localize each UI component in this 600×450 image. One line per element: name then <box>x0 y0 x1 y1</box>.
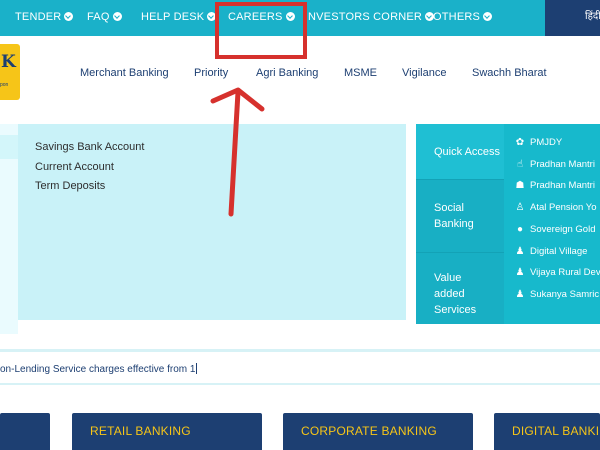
topnav-tender[interactable]: TENDER <box>15 0 74 36</box>
mainnav-msme[interactable]: MSME <box>344 67 377 79</box>
banking-tile-retail[interactable]: RETAIL BANKING <box>72 413 262 450</box>
bank-logo[interactable]: K pon <box>0 44 20 100</box>
lotus-icon: ✿ <box>515 137 525 148</box>
scheme-sukanya-samriddhi[interactable]: ♟ Sukanya Samric <box>513 289 600 307</box>
mainnav-agri-banking[interactable]: Agri Banking <box>256 67 318 79</box>
logo-letter: K <box>1 52 16 72</box>
mainnav-swachh-bharat[interactable]: Swachh Bharat <box>472 67 547 79</box>
tab-value-added-services-label: Value added Services <box>434 272 477 316</box>
tab-quick-access[interactable]: Quick Access <box>416 124 504 179</box>
person-icon: ♟ <box>515 246 525 257</box>
term-deposits-link[interactable]: Term Deposits <box>35 177 144 197</box>
topnav-help-desk[interactable]: HELP DESK <box>141 0 217 36</box>
scheme-pradhan-mantri-1[interactable]: ☝ Pradhan Mantri <box>513 159 595 177</box>
ticker-message[interactable]: on-Lending Service charges effective fro… <box>0 363 198 375</box>
access-menu: Quick Access Social Banking Value added … <box>416 124 504 324</box>
topnav-faq[interactable]: FAQ <box>87 0 122 36</box>
person-icon: ♟ <box>515 289 525 300</box>
scheme-pmjdy[interactable]: ✿ PMJDY <box>513 137 562 155</box>
family-icon: ☗ <box>515 180 525 191</box>
logo-tagline: pon <box>0 82 9 88</box>
tab-social-banking-label: Social Banking <box>434 202 474 230</box>
highlight-box <box>215 2 307 59</box>
chevron-down-icon <box>483 12 493 21</box>
scheme-vijaya-rural-label: Vijaya Rural Dev <box>530 267 600 278</box>
topnav-others-label: OTHERS <box>433 11 481 23</box>
banking-tile-corporate-label: CORPORATE BANKING <box>301 424 437 438</box>
scheme-atal-pension-label: Atal Pension Yo <box>530 202 597 213</box>
topnav-investors-corner-label: NVESTORS CORNER <box>308 11 423 23</box>
banking-tile-partial[interactable] <box>0 413 50 450</box>
text-caret <box>196 363 198 374</box>
scheme-sovereign-gold-label: Sovereign Gold <box>530 224 596 235</box>
topnav-faq-label: FAQ <box>87 11 110 23</box>
category-tab-active[interactable] <box>0 135 18 159</box>
deposit-links: Savings Bank Account Current Account Ter… <box>35 138 144 197</box>
language-panel: हिंदी <box>545 0 600 36</box>
elderly-icon: ♙ <box>515 202 525 213</box>
banking-tile-digital-label: DIGITAL BANKING <box>512 424 600 438</box>
quick-access-schemes: ✿ PMJDY ☝ Pradhan Mantri ☗ Pradhan Mantri ♙… <box>504 124 600 324</box>
chevron-down-icon <box>64 12 74 21</box>
scheme-sovereign-gold[interactable]: ● Sovereign Gold <box>513 224 596 242</box>
scheme-sukanya-samriddhi-label: Sukanya Samric <box>530 289 600 300</box>
coin-icon: ● <box>516 224 524 235</box>
mainnav-vigilance[interactable]: Vigilance <box>402 67 446 79</box>
scheme-pmjdy-label: PMJDY <box>530 137 563 148</box>
chevron-down-icon <box>112 12 122 21</box>
banking-tile-retail-label: RETAIL BANKING <box>90 424 191 438</box>
tab-social-banking[interactable]: Social Banking <box>416 180 504 252</box>
savings-bank-account-link[interactable]: Savings Bank Account <box>35 138 144 158</box>
ticker-message-text: on-Lending Service charges effective fro… <box>0 364 196 375</box>
banking-tile-corporate[interactable]: CORPORATE BANKING <box>283 413 473 450</box>
scheme-pradhan-mantri-2[interactable]: ☗ Pradhan Mantri <box>513 180 595 198</box>
tab-quick-access-label: Quick Access <box>434 146 501 158</box>
scheme-pradhan-mantri-2-label: Pradhan Mantri <box>530 180 595 191</box>
topnav-others[interactable]: OTHERS <box>433 0 493 36</box>
hand-icon: ☝ <box>516 159 524 170</box>
mainnav-merchant-banking[interactable]: Merchant Banking <box>80 67 169 79</box>
scheme-digital-village-label: Digital Village <box>530 246 588 257</box>
scheme-digital-village[interactable]: ♟ Digital Village <box>513 246 588 264</box>
current-account-link[interactable]: Current Account <box>35 158 144 178</box>
scheme-vijaya-rural[interactable]: ♟ Vijaya Rural Dev <box>513 267 600 285</box>
mainnav-priority[interactable]: Priority <box>194 67 228 79</box>
topnav-help-desk-label: HELP DESK <box>141 11 205 23</box>
scheme-pradhan-mantri-1-label: Pradhan Mantri <box>530 159 595 170</box>
news-ticker: on-Lending Service charges effective fro… <box>0 349 600 385</box>
scheme-atal-pension[interactable]: ♙ Atal Pension Yo <box>513 202 597 220</box>
tab-value-added-services[interactable]: Value added Services <box>416 253 504 324</box>
banking-tile-digital[interactable]: DIGITAL BANKING <box>494 413 600 450</box>
topnav-investors-corner[interactable]: NVESTORS CORNER <box>308 0 435 36</box>
person-icon: ♟ <box>515 267 525 278</box>
topnav-tender-label: TENDER <box>15 11 62 23</box>
language-toggle[interactable]: हिंदी <box>585 0 600 34</box>
